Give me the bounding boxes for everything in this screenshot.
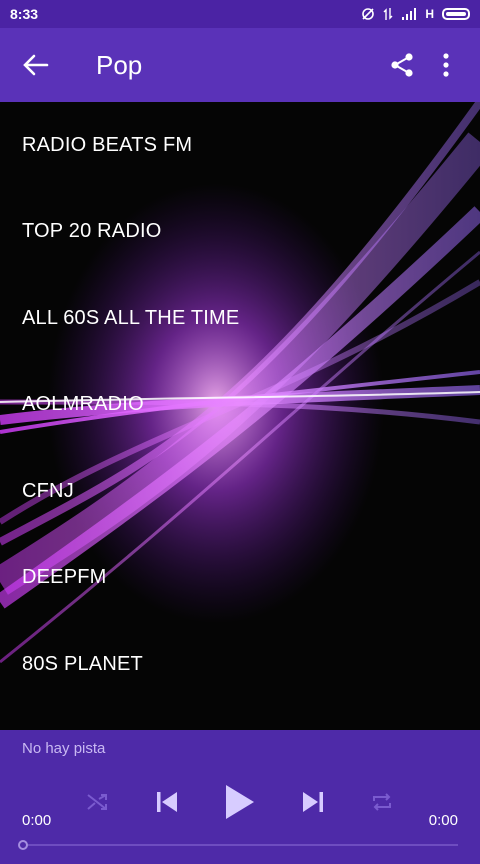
share-button[interactable] bbox=[380, 41, 424, 89]
back-button[interactable] bbox=[12, 41, 60, 89]
app-bar: Pop bbox=[0, 28, 480, 102]
station-item[interactable]: 80S PLANET bbox=[0, 621, 480, 708]
track-title: No hay pista bbox=[22, 740, 106, 757]
more-options-button[interactable] bbox=[424, 41, 468, 89]
page-title: Pop bbox=[96, 49, 143, 80]
alarm-off-icon bbox=[362, 8, 375, 20]
station-item[interactable]: CFNJ bbox=[0, 448, 480, 535]
station-item[interactable]: RADIO BEATS FM bbox=[0, 102, 480, 189]
skip-previous-icon bbox=[157, 792, 177, 812]
elapsed-time: 0:00 bbox=[22, 812, 52, 829]
shuffle-button[interactable] bbox=[86, 791, 110, 813]
seek-bar[interactable] bbox=[18, 840, 458, 850]
repeat-button[interactable] bbox=[370, 791, 394, 813]
play-icon bbox=[226, 785, 254, 819]
skip-next-icon bbox=[303, 792, 323, 812]
status-bar: 8:33 H bbox=[0, 0, 480, 28]
repeat-icon bbox=[373, 793, 391, 811]
player-bar: No hay pista 0:00 0:00 bbox=[0, 730, 480, 864]
station-list: RADIO BEATS FM TOP 20 RADIO ALL 60S ALL … bbox=[0, 102, 480, 708]
more-vert-icon bbox=[443, 53, 449, 77]
arrow-left-icon bbox=[23, 54, 49, 76]
previous-button[interactable] bbox=[154, 789, 180, 815]
signal-icon bbox=[402, 8, 417, 20]
play-button[interactable] bbox=[224, 783, 256, 821]
station-item[interactable]: AOLMRADIO bbox=[0, 362, 480, 449]
station-item[interactable]: DEEPFM bbox=[0, 535, 480, 622]
station-item[interactable]: ALL 60S ALL THE TIME bbox=[0, 275, 480, 362]
next-button[interactable] bbox=[300, 789, 326, 815]
data-arrows-icon bbox=[383, 8, 393, 20]
network-type: H bbox=[425, 7, 434, 21]
status-time: 8:33 bbox=[10, 6, 39, 22]
status-icons: H bbox=[361, 7, 470, 21]
shuffle-icon bbox=[87, 794, 107, 810]
share-icon bbox=[391, 53, 413, 77]
station-list-container[interactable]: RADIO BEATS FM TOP 20 RADIO ALL 60S ALL … bbox=[0, 102, 480, 730]
total-time: 0:00 bbox=[428, 812, 458, 829]
seek-thumb[interactable] bbox=[18, 840, 28, 850]
station-item[interactable]: TOP 20 RADIO bbox=[0, 189, 480, 276]
player-controls bbox=[0, 772, 480, 832]
battery-icon bbox=[442, 8, 470, 20]
